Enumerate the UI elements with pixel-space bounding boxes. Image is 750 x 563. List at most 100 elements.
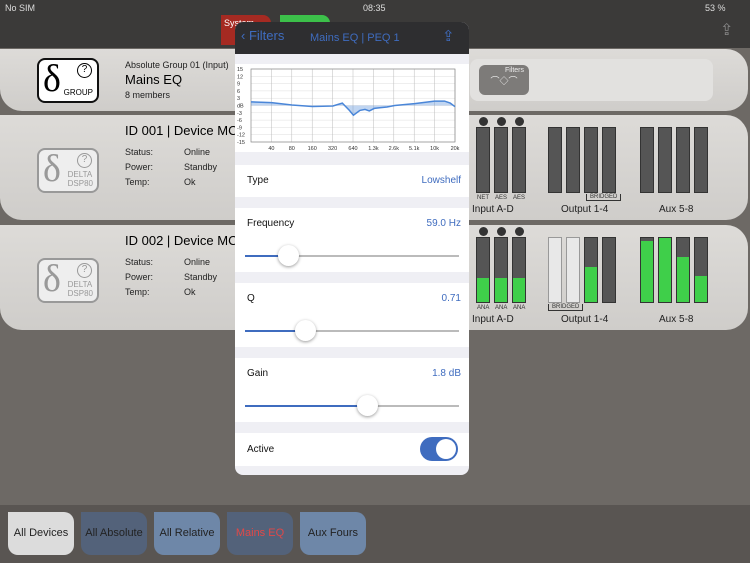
carrier: No SIM	[5, 3, 36, 13]
active-toggle[interactable]	[420, 437, 458, 461]
group-members: 8 members	[125, 90, 171, 100]
bridged-label: BRIDGED	[586, 194, 622, 201]
status-value: Online	[184, 257, 211, 267]
tab-all-devices[interactable]: All Devices	[8, 512, 74, 555]
back-button[interactable]: ‹ Filters	[241, 28, 284, 43]
y-tick-label: -6	[237, 118, 242, 124]
input-indicator-dot	[497, 227, 506, 236]
q-row: Q 0.71	[235, 283, 469, 347]
input-indicator-dot	[479, 117, 488, 126]
input-indicator-dot	[497, 117, 506, 126]
type-value: Lowshelf	[421, 175, 461, 186]
y-tick-label: dB	[237, 104, 244, 110]
meter-group-label: Aux 5-8	[659, 204, 694, 215]
power-value: Standby	[184, 162, 218, 172]
q-slider[interactable]	[245, 320, 459, 341]
filter-popover: ‹ Filters Mains EQ | PEQ 1 ⇪ 15 12 9 6 3 dB -3…	[235, 22, 469, 475]
meter-group-label: Output 1-4	[561, 204, 609, 215]
filter-shape-icon: ⌒◇⌒	[490, 76, 518, 86]
y-tick-label: 15	[237, 67, 243, 73]
group-subtitle: Absolute Group 01 (Input)	[125, 60, 229, 70]
output-meter	[548, 127, 562, 193]
input-meter	[494, 127, 508, 193]
output-meter	[602, 127, 616, 193]
popover-title: Mains EQ | PEQ 1	[310, 32, 400, 44]
x-tick-label: 640	[348, 146, 357, 152]
active-row: Active	[235, 433, 469, 466]
status-label: Status:	[125, 257, 154, 267]
device-logo: δ? DELTA DSP80	[37, 258, 99, 303]
output-meter	[584, 127, 598, 193]
y-tick-label: 3	[237, 96, 240, 102]
x-tick-label: 10k	[430, 146, 439, 152]
input-indicator-dot	[515, 227, 524, 236]
status-value: Online	[184, 147, 211, 157]
x-tick-label: 20k	[451, 146, 460, 152]
x-tick-label: 1.3k	[368, 146, 379, 152]
y-tick-label: -9	[237, 125, 242, 131]
x-tick-label: 2.6k	[389, 146, 400, 152]
meter-group-label: Input A-D	[472, 314, 514, 325]
meter-group-label: Aux 5-8	[659, 314, 694, 325]
aux-meter	[694, 237, 708, 303]
eq-chart-row: 15 12 9 6 3 dB -3 -6 -9 -12 -15 40 80 160 320 640 1.3k 2.…	[235, 64, 469, 152]
power-label: Power:	[125, 272, 154, 282]
aux-meter	[640, 237, 654, 303]
temp-label: Temp:	[125, 177, 150, 187]
aux-meter	[676, 237, 690, 303]
tab-all-relative[interactable]: All Relative	[154, 512, 220, 555]
frequency-slider[interactable]	[245, 245, 459, 266]
temp-value: Ok	[184, 287, 196, 297]
chevron-left-icon: ‹	[241, 28, 246, 43]
filters-button[interactable]: Filters ⌒◇⌒	[479, 65, 529, 95]
output-meter	[548, 237, 562, 303]
aux-meter	[658, 237, 672, 303]
x-tick-label: 5.1k	[409, 146, 420, 152]
y-tick-label: -3	[237, 111, 242, 117]
popover-header: ‹ Filters Mains EQ | PEQ 1 ⇪	[235, 22, 469, 54]
output-meter	[566, 237, 580, 303]
input-meter	[512, 127, 526, 193]
clock: 08:35	[363, 3, 386, 13]
status-label: Status:	[125, 147, 154, 157]
aux-meter	[676, 127, 690, 193]
meter-group-label: Input A-D	[472, 204, 514, 215]
temp-label: Temp:	[125, 287, 150, 297]
power-label: Power:	[125, 162, 154, 172]
x-tick-label: 160	[308, 146, 317, 152]
device-logo: δ? DELTA DSP80	[37, 148, 99, 193]
frequency-row: Frequency 59.0 Hz	[235, 208, 469, 272]
y-tick-label: 12	[237, 74, 243, 80]
input-meter	[476, 127, 490, 193]
input-meter	[476, 237, 490, 303]
group-logo: δ? GROUP	[37, 58, 99, 103]
tab-mains-eq[interactable]: Mains EQ	[227, 512, 293, 555]
x-tick-label: 320	[328, 146, 337, 152]
y-tick-label: 9	[237, 82, 240, 88]
input-indicator-dot	[515, 117, 524, 126]
temp-value: Ok	[184, 177, 196, 187]
power-value: Standby	[184, 272, 218, 282]
share-icon[interactable]: ⇪	[442, 27, 455, 45]
x-tick-label: 80	[289, 146, 295, 152]
device-title: ID 001 | Device MC	[125, 123, 237, 138]
device-title: ID 002 | Device MC	[125, 233, 237, 248]
input-meter	[494, 237, 508, 303]
gain-row: Gain 1.8 dB	[235, 358, 469, 422]
tab-all-absolute[interactable]: All Absolute	[81, 512, 147, 555]
tab-aux-fours[interactable]: Aux Fours	[300, 512, 366, 555]
gain-slider[interactable]	[245, 395, 459, 416]
share-icon[interactable]: ⇪	[720, 20, 733, 40]
input-indicator-dot	[479, 227, 488, 236]
y-tick-label: -15	[237, 140, 245, 146]
y-tick-label: 6	[237, 89, 240, 95]
aux-meter	[658, 127, 672, 193]
eq-chart: 1512 963 dB-3-6-9 -12-15 40 80 160 320 640 1.3k 2.…	[237, 67, 460, 152]
aux-meter	[640, 127, 654, 193]
aux-meter	[694, 127, 708, 193]
battery: 53 %	[705, 3, 726, 13]
output-meter	[566, 127, 580, 193]
output-meter	[584, 237, 598, 303]
input-meter	[512, 237, 526, 303]
type-row[interactable]: Type Lowshelf	[235, 165, 469, 197]
